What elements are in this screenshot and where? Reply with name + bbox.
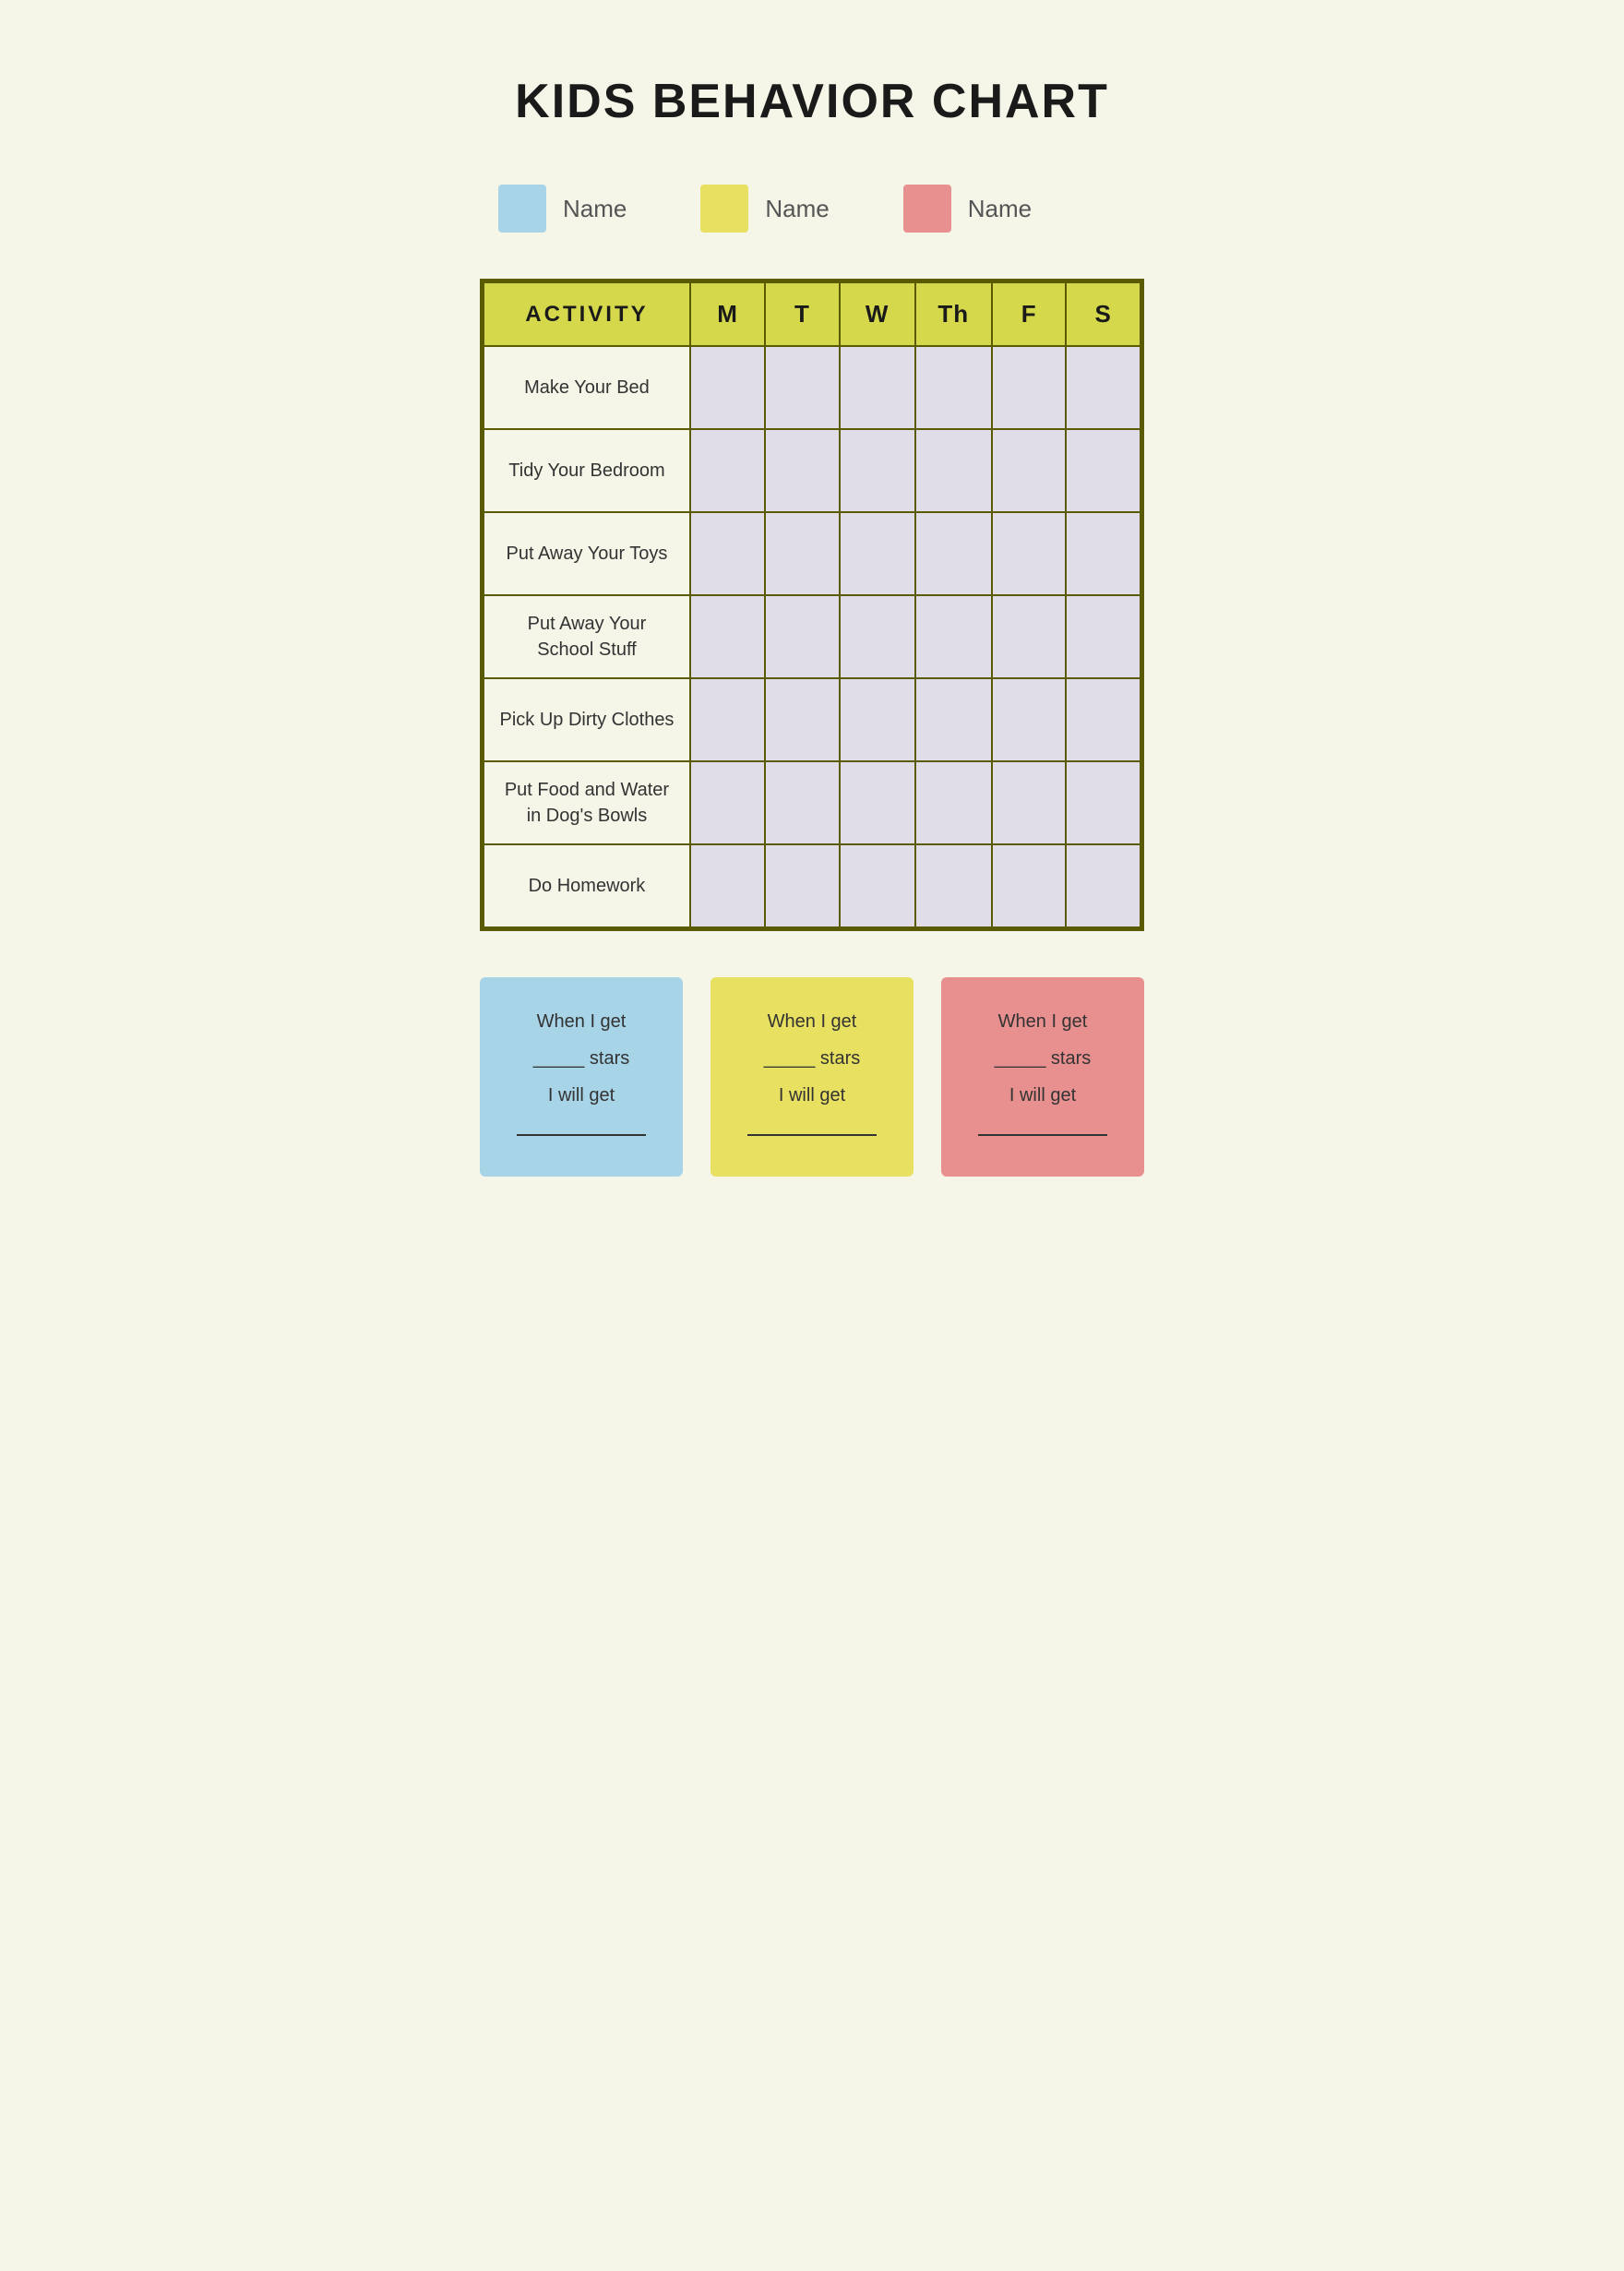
check-cell[interactable] [1066,512,1140,595]
check-cell[interactable] [690,429,765,512]
page: KIDS BEHAVIOR CHART Name Name Name ACTIV… [406,18,1218,1232]
check-cell[interactable] [1066,595,1140,678]
check-cell[interactable] [840,761,915,844]
check-cell[interactable] [690,844,765,927]
check-cell[interactable] [840,678,915,761]
check-cell[interactable] [1066,429,1140,512]
table-row: Put Away Your School Stuff [484,595,1140,678]
reward-line1: When I get [963,1003,1122,1040]
reward-line4 [502,1114,661,1151]
reward-line3: I will get [733,1077,891,1114]
check-cell[interactable] [992,678,1066,761]
behavior-table: ACTIVITY M T W Th F S Make Your BedTidy … [483,281,1141,928]
reward-line3: I will get [963,1077,1122,1114]
reward-boxes: When I get _____ stars I will get When I… [480,977,1144,1177]
check-cell[interactable] [840,512,915,595]
day-col-f: F [992,282,1066,346]
legend-item-2: Name [903,185,1032,233]
activity-cell: Do Homework [484,844,690,927]
check-cell[interactable] [690,595,765,678]
behavior-table-wrapper: ACTIVITY M T W Th F S Make Your BedTidy … [480,279,1144,931]
table-row: Make Your Bed [484,346,1140,429]
check-cell[interactable] [992,429,1066,512]
check-cell[interactable] [915,346,993,429]
check-cell[interactable] [992,346,1066,429]
check-cell[interactable] [690,761,765,844]
activity-cell: Make Your Bed [484,346,690,429]
activity-cell: Pick Up Dirty Clothes [484,678,690,761]
check-cell[interactable] [765,844,839,927]
check-cell[interactable] [765,595,839,678]
reward-box-1: When I get _____ stars I will get [710,977,914,1177]
legend-color-2 [903,185,951,233]
reward-line3: I will get [502,1077,661,1114]
check-cell[interactable] [915,595,993,678]
check-cell[interactable] [765,512,839,595]
reward-line4 [963,1114,1122,1151]
check-cell[interactable] [690,346,765,429]
table-header-row: ACTIVITY M T W Th F S [484,282,1140,346]
table-row: Put Away Your Toys [484,512,1140,595]
reward-line2: _____ stars [733,1040,891,1077]
check-cell[interactable] [840,346,915,429]
activity-cell: Put Away Your Toys [484,512,690,595]
check-cell[interactable] [840,844,915,927]
check-cell[interactable] [1066,844,1140,927]
check-cell[interactable] [992,844,1066,927]
check-cell[interactable] [840,595,915,678]
activity-cell: Put Food and Water in Dog's Bowls [484,761,690,844]
check-cell[interactable] [915,512,993,595]
day-col-t: T [765,282,839,346]
day-col-w: W [840,282,915,346]
check-cell[interactable] [765,429,839,512]
day-col-m: M [690,282,765,346]
check-cell[interactable] [992,512,1066,595]
legend: Name Name Name [480,185,1144,233]
reward-line2: _____ stars [963,1040,1122,1077]
activity-cell: Put Away Your School Stuff [484,595,690,678]
day-col-th: Th [915,282,993,346]
legend-label-1: Name [765,195,829,223]
legend-label-2: Name [968,195,1032,223]
table-row: Tidy Your Bedroom [484,429,1140,512]
check-cell[interactable] [840,429,915,512]
reward-line1: When I get [502,1003,661,1040]
activity-cell: Tidy Your Bedroom [484,429,690,512]
check-cell[interactable] [765,346,839,429]
check-cell[interactable] [1066,761,1140,844]
check-cell[interactable] [915,429,993,512]
check-cell[interactable] [1066,346,1140,429]
table-row: Put Food and Water in Dog's Bowls [484,761,1140,844]
reward-box-2: When I get _____ stars I will get [941,977,1144,1177]
check-cell[interactable] [992,761,1066,844]
check-cell[interactable] [992,595,1066,678]
activity-col-header: ACTIVITY [484,282,690,346]
table-row: Pick Up Dirty Clothes [484,678,1140,761]
table-row: Do Homework [484,844,1140,927]
check-cell[interactable] [690,512,765,595]
legend-item-0: Name [498,185,627,233]
check-cell[interactable] [1066,678,1140,761]
check-cell[interactable] [915,761,993,844]
check-cell[interactable] [690,678,765,761]
check-cell[interactable] [765,678,839,761]
check-cell[interactable] [765,761,839,844]
reward-box-0: When I get _____ stars I will get [480,977,683,1177]
legend-item-1: Name [700,185,829,233]
legend-label-0: Name [563,195,627,223]
legend-color-0 [498,185,546,233]
check-cell[interactable] [915,844,993,927]
reward-line2: _____ stars [502,1040,661,1077]
reward-line4 [733,1114,891,1151]
reward-line1: When I get [733,1003,891,1040]
page-title: KIDS BEHAVIOR CHART [480,74,1144,129]
legend-color-1 [700,185,748,233]
check-cell[interactable] [915,678,993,761]
day-col-s: S [1066,282,1140,346]
